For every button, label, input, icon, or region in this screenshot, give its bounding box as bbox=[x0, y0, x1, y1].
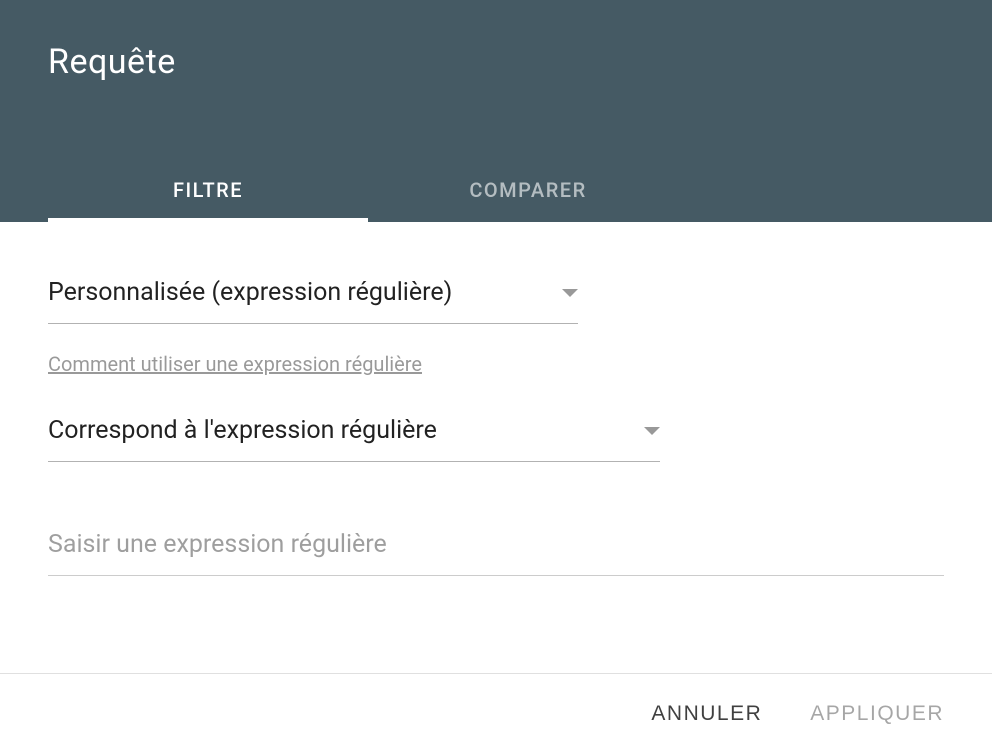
dialog-header: Requête FILTRE COMPARER bbox=[0, 0, 992, 222]
match-type-select[interactable]: Correspond à l'expression régulière bbox=[48, 408, 660, 462]
chevron-down-icon bbox=[562, 289, 578, 297]
tab-filter[interactable]: FILTRE bbox=[48, 158, 368, 222]
regex-help-link[interactable]: Comment utiliser une expression régulièr… bbox=[48, 352, 422, 376]
chevron-down-icon bbox=[644, 427, 660, 435]
regex-input-placeholder: Saisir une expression régulière bbox=[48, 530, 387, 559]
regex-input[interactable]: Saisir une expression régulière bbox=[48, 522, 944, 576]
filter-type-value: Personnalisée (expression régulière) bbox=[48, 278, 452, 307]
apply-button[interactable]: APPLIQUER bbox=[810, 702, 944, 726]
match-type-value: Correspond à l'expression régulière bbox=[48, 416, 437, 445]
tabs-container: FILTRE COMPARER bbox=[0, 158, 992, 222]
cancel-button[interactable]: ANNULER bbox=[651, 702, 762, 726]
tab-compare[interactable]: COMPARER bbox=[368, 158, 688, 222]
dialog-footer: ANNULER APPLIQUER bbox=[0, 673, 992, 754]
dialog-content: Personnalisée (expression régulière) Com… bbox=[0, 222, 992, 624]
filter-type-select[interactable]: Personnalisée (expression régulière) bbox=[48, 270, 578, 324]
dialog-title: Requête bbox=[0, 0, 992, 82]
